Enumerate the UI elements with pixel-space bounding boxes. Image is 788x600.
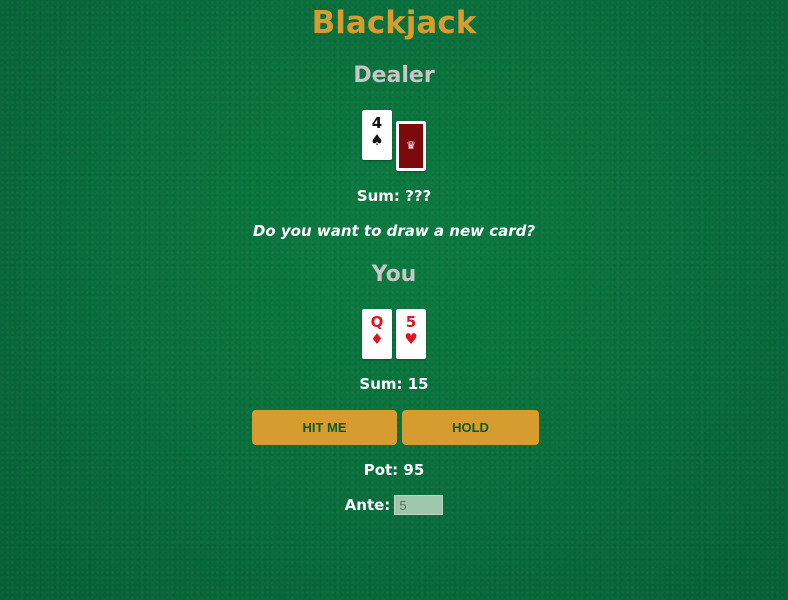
player-hand: Q ♦ 5 ♥ (0, 309, 788, 359)
game-title: Blackjack (311, 5, 477, 41)
dealer-hand: 4 ♠ ♛ (0, 110, 788, 171)
dealer-heading: Dealer (353, 63, 435, 88)
ante-input[interactable] (394, 495, 444, 515)
card-rank: 4 (371, 114, 383, 132)
player-card: 5 ♥ (396, 309, 426, 359)
spade-icon: ♠ (370, 131, 384, 149)
dealer-card-face-down: ♛ (396, 121, 426, 171)
pot-display: Pot: 95 (363, 461, 425, 479)
ante-label: Ante: (344, 496, 391, 514)
player-heading: You (371, 262, 417, 287)
hit-me-button[interactable]: HIT ME (252, 410, 397, 445)
dealer-sum: Sum: ??? (356, 187, 432, 205)
diamond-icon: ♦ (370, 330, 384, 348)
heart-icon: ♥ (404, 330, 418, 348)
ante-row: Ante: (0, 495, 788, 515)
player-card: Q ♦ (362, 309, 392, 359)
crown-icon: ♛ (406, 139, 416, 152)
player-sum: Sum: 15 (359, 375, 429, 393)
action-buttons: HIT ME HOLD (252, 410, 539, 445)
dealer-card: 4 ♠ (362, 110, 392, 160)
card-rank: Q (370, 313, 384, 331)
draw-prompt: Do you want to draw a new card? (252, 222, 536, 240)
card-rank: 5 (405, 313, 417, 331)
hold-button[interactable]: HOLD (402, 410, 539, 445)
